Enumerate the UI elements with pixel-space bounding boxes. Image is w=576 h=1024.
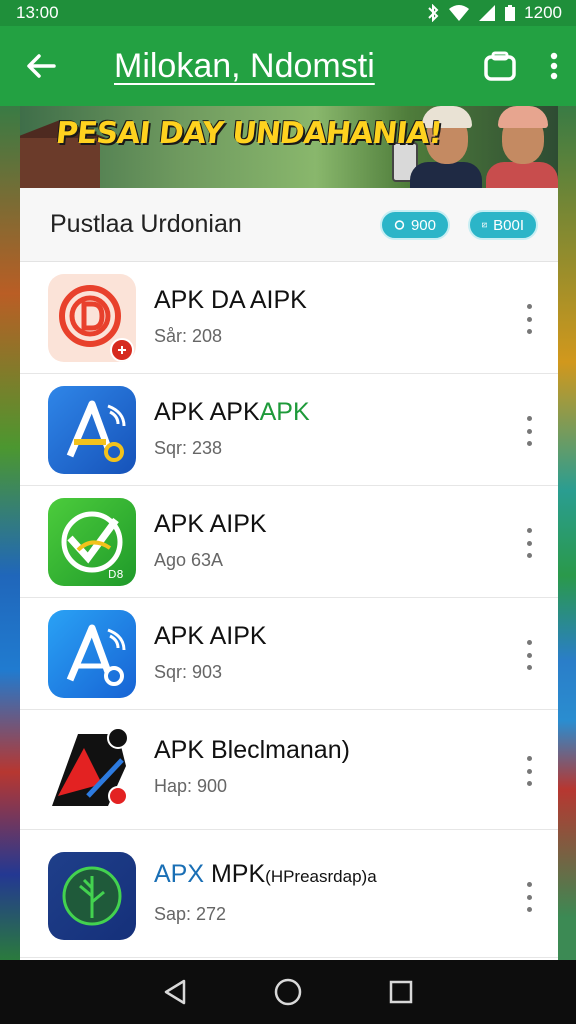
nav-back-icon[interactable] xyxy=(162,978,188,1006)
green-check-app-icon: D8 xyxy=(48,498,136,586)
status-icons: 1200 xyxy=(426,3,562,23)
app-list: APK DA AIPK Sår: 208 APK APKAPK Sqr: 238 xyxy=(20,262,558,958)
nav-home-icon[interactable] xyxy=(273,977,303,1007)
app-name-part2: MPK xyxy=(204,860,266,888)
chat-bubble-icon xyxy=(394,220,405,230)
section-header: Pustlaa Urdonian 900 B00I xyxy=(20,188,558,262)
app-name: APK DA AIPK xyxy=(154,286,307,314)
chip-2-label: B00I xyxy=(493,216,524,234)
app-meta: Sår: 208 xyxy=(154,326,223,346)
more-options-icon[interactable] xyxy=(522,304,536,334)
banner-person-2 xyxy=(486,106,558,188)
overflow-menu-icon[interactable] xyxy=(550,52,558,80)
list-item[interactable]: APX MPK(HPreasrdap)a Sap: 272 xyxy=(20,830,558,958)
status-bar: 13:00 1200 xyxy=(0,0,576,26)
app-name-part1: APK APK xyxy=(154,398,260,426)
nav-recents-icon[interactable] xyxy=(388,979,414,1005)
status-clock-right: 1200 xyxy=(524,3,562,22)
target-d-app-icon xyxy=(48,274,136,362)
app-name: APK APKAPK xyxy=(154,398,310,427)
list-item[interactable]: APK APKAPK Sqr: 238 xyxy=(20,374,558,486)
back-arrow-icon xyxy=(27,54,56,78)
app-name: APX MPK(HPreasrdap)a xyxy=(154,860,377,889)
more-options-icon[interactable] xyxy=(522,528,536,558)
app-meta: Ago 63A xyxy=(154,550,224,570)
signal-icon xyxy=(479,5,496,21)
app-name-part3: (HPreasrdap)a xyxy=(265,867,377,886)
tree-circle-app-icon xyxy=(48,852,136,940)
app-name-part1: APX xyxy=(154,860,205,888)
app-meta: Sap: 272 xyxy=(154,904,227,924)
app-name-part2: APK xyxy=(259,398,310,426)
more-options-icon[interactable] xyxy=(522,882,536,912)
section-title: Pustlaa Urdonian xyxy=(50,210,242,238)
red-black-a-app-icon xyxy=(48,726,136,814)
system-nav-bar xyxy=(0,960,576,1024)
background-left-strip xyxy=(0,106,20,960)
blue-a-app-icon xyxy=(48,386,136,474)
app-name: APK AIPK xyxy=(154,510,267,538)
more-options-icon[interactable] xyxy=(522,756,536,786)
app-name: APK Bleclmanan) xyxy=(154,736,350,764)
app-name: APK AIPK xyxy=(154,622,267,650)
background-right-strip xyxy=(556,106,576,960)
list-item[interactable]: APK Bleclmanan) Hap: 900 xyxy=(20,710,558,830)
app-meta: Hap: 900 xyxy=(154,776,228,796)
back-button[interactable] xyxy=(8,26,74,106)
bluetooth-icon xyxy=(428,4,439,22)
svg-text:D8: D8 xyxy=(108,568,123,581)
chip-button-2[interactable]: B00I xyxy=(468,210,538,240)
app-meta: Sqr: 903 xyxy=(154,662,223,682)
list-item[interactable]: D8 APK AIPK Ago 63A xyxy=(20,486,558,598)
list-item[interactable]: APK AIPK Sqr: 903 xyxy=(20,598,558,710)
app-bar: Milokan, Ndomsti xyxy=(0,26,576,106)
chip-1-label: 900 xyxy=(410,216,436,234)
more-options-icon[interactable] xyxy=(522,416,536,446)
banner-headline: PESAI DAY UNDAHANIA! xyxy=(54,116,444,151)
content-card: PESAI DAY UNDAHANIA! Pustlaa Urdonian 90… xyxy=(20,106,558,960)
wifi-icon xyxy=(449,5,470,21)
blue-a-light-app-icon xyxy=(48,610,136,698)
app-title: Milokan, Ndomsti xyxy=(114,46,375,85)
battery-icon xyxy=(505,5,516,21)
promo-banner[interactable]: PESAI DAY UNDAHANIA! xyxy=(20,106,558,188)
edit-icon xyxy=(482,222,488,228)
list-item[interactable]: APK DA AIPK Sår: 208 xyxy=(20,262,558,374)
more-options-icon[interactable] xyxy=(522,640,536,670)
bag-icon[interactable] xyxy=(484,51,516,81)
status-time: 13:00 xyxy=(16,3,59,22)
app-meta: Sqr: 238 xyxy=(154,438,223,458)
app-bar-actions xyxy=(484,26,558,106)
chip-button-1[interactable]: 900 xyxy=(380,210,450,240)
